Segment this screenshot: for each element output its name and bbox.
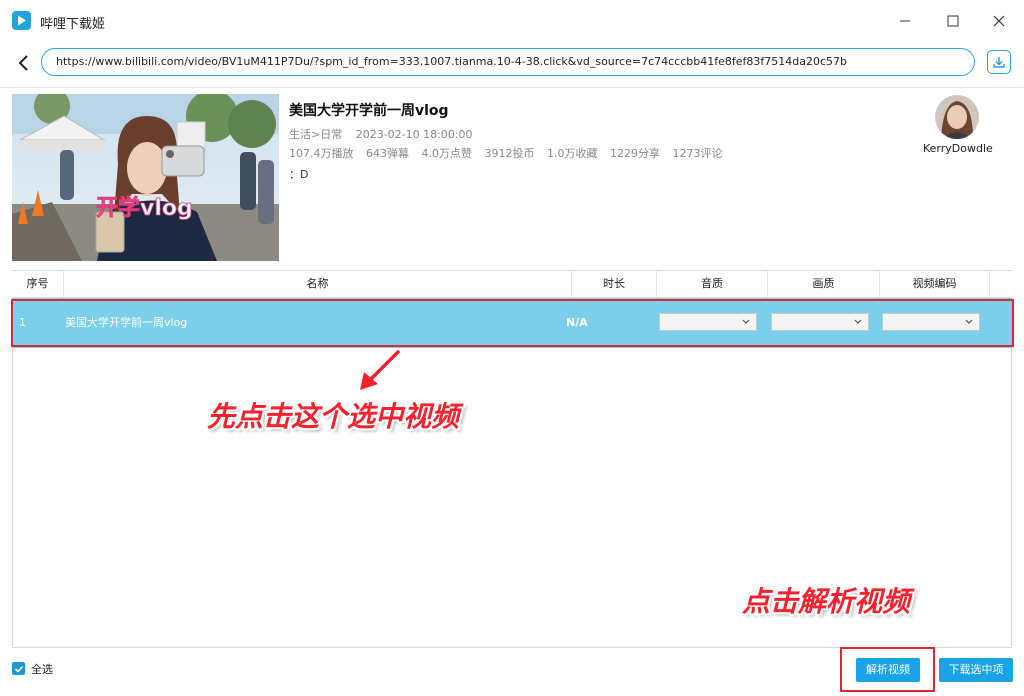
- annotation-select-hint: 先点击这个选中视频: [207, 400, 460, 433]
- title-bar: [0, 0, 1024, 42]
- video-title: 美国大学开学前一周vlog: [289, 103, 449, 119]
- annotation-parse-hint: 点击解析视频: [742, 585, 911, 618]
- video-date: 2023-02-10 18:00:00: [355, 128, 473, 141]
- app-logo-icon: [12, 11, 31, 30]
- column-index: 序号: [12, 271, 64, 297]
- column-codec: 视频编码: [880, 271, 990, 297]
- select-all-checkbox[interactable]: [12, 662, 25, 675]
- uploader-name[interactable]: KerryDowdle: [923, 142, 993, 155]
- stat-shares: 1229分享: [610, 147, 660, 160]
- stat-comments: 1273评论: [672, 147, 723, 160]
- close-icon: [993, 15, 1005, 27]
- video-description: ：D: [289, 168, 309, 181]
- back-button[interactable]: [10, 50, 36, 76]
- chevron-left-icon: [18, 55, 28, 71]
- maximize-icon: [947, 15, 959, 27]
- row-highlight-box: [11, 299, 1014, 347]
- column-duration: 时长: [572, 271, 657, 297]
- annotation-arrow-icon: [360, 350, 400, 390]
- app-title: 哔哩下载姬: [40, 17, 106, 32]
- parse-video-button[interactable]: 解析视频: [856, 658, 920, 682]
- column-video: 画质: [768, 271, 880, 297]
- video-category: 生活>日常: [289, 128, 343, 141]
- close-button[interactable]: [984, 8, 1014, 34]
- column-audio: 音质: [657, 271, 768, 297]
- table-header: 序号 名称 时长 音质 画质 视频编码: [12, 271, 1012, 298]
- download-icon: [993, 57, 1005, 68]
- uploader-avatar[interactable]: [935, 95, 979, 139]
- stat-danmaku: 643弹幕: [366, 147, 409, 160]
- video-stats: 107.4万播放 643弹幕 4.0万点赞 3912投币 1.0万收藏 1229…: [289, 145, 732, 161]
- check-icon: [14, 665, 23, 673]
- stat-likes: 4.0万点赞: [421, 147, 473, 160]
- url-input[interactable]: https://www.bilibili.com/video/BV1uM411P…: [41, 48, 975, 76]
- stat-views: 107.4万播放: [289, 147, 354, 160]
- minimize-icon: [900, 20, 910, 22]
- url-download-button[interactable]: [987, 50, 1011, 74]
- minimize-button[interactable]: [890, 8, 920, 34]
- stat-coins: 3912投币: [484, 147, 535, 160]
- thumbnail-caption: 开学vlog: [96, 195, 193, 221]
- select-all-label[interactable]: 全选: [31, 661, 53, 677]
- video-thumbnail: 开学vlog: [12, 94, 279, 261]
- stat-favorites: 1.0万收藏: [547, 147, 598, 160]
- maximize-button[interactable]: [938, 8, 968, 34]
- video-meta: 生活>日常 2023-02-10 18:00:00: [289, 126, 483, 142]
- column-name: 名称: [64, 271, 572, 297]
- divider: [0, 87, 1024, 88]
- download-selected-button[interactable]: 下载选中项: [939, 658, 1013, 682]
